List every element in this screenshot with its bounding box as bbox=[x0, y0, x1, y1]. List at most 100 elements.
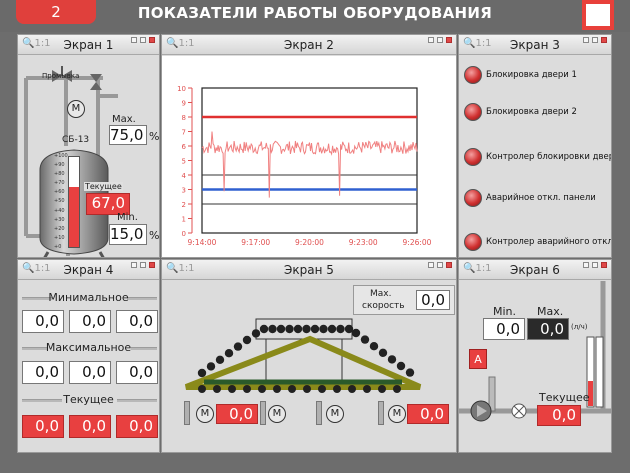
maximize-icon[interactable] bbox=[140, 262, 146, 268]
close-icon[interactable] bbox=[601, 262, 607, 268]
min-flow-value[interactable]: 0,0 bbox=[483, 318, 525, 340]
close-icon[interactable] bbox=[149, 37, 155, 43]
roller bbox=[348, 385, 356, 393]
roller bbox=[393, 385, 401, 393]
motor-icon: M bbox=[196, 405, 214, 423]
motor-value-1: 0,0 bbox=[216, 404, 258, 424]
y-tick-label: 2 bbox=[182, 201, 186, 209]
roller bbox=[351, 328, 361, 338]
motor-icon: M bbox=[326, 405, 344, 423]
y-tick-label: 8 bbox=[182, 114, 186, 122]
close-icon[interactable] bbox=[601, 37, 607, 43]
panel-title: Экран 1 bbox=[63, 38, 114, 52]
y-tick-label: 0 bbox=[182, 230, 186, 238]
minimize-icon[interactable] bbox=[428, 37, 434, 43]
y-tick-label: 4 bbox=[182, 172, 187, 180]
panel-screen-5: 🔍1:1 Экран 5 Max. скорость 0,0 M 0,0 M M… bbox=[161, 259, 457, 453]
max-label: Max. bbox=[112, 114, 136, 125]
y-tick-label: 3 bbox=[182, 187, 186, 195]
minimize-icon[interactable] bbox=[131, 37, 137, 43]
roller bbox=[378, 348, 388, 357]
motor-icon: M bbox=[268, 405, 286, 423]
roller bbox=[228, 385, 236, 393]
stop-button[interactable] bbox=[582, 0, 614, 30]
current-value-3: 0,0 bbox=[116, 415, 158, 438]
min-value-3[interactable]: 0,0 bbox=[116, 310, 158, 333]
roller bbox=[363, 385, 371, 393]
maximize-icon[interactable] bbox=[592, 37, 598, 43]
min-value-1[interactable]: 0,0 bbox=[22, 310, 64, 333]
panel-header: 🔍1:1 Экран 4 bbox=[18, 260, 159, 280]
panel-title: Экран 4 bbox=[63, 263, 114, 277]
roller bbox=[259, 324, 269, 334]
roller bbox=[319, 324, 328, 334]
min-label: Min. bbox=[493, 305, 517, 318]
maximize-icon[interactable] bbox=[437, 262, 443, 268]
x-tick-label: 9:17:00 bbox=[241, 238, 270, 247]
minimize-icon[interactable] bbox=[131, 262, 137, 268]
roller bbox=[360, 335, 370, 344]
max-value-1[interactable]: 0,0 bbox=[22, 361, 64, 384]
roller bbox=[285, 324, 294, 334]
screen-number-badge[interactable]: 2 bbox=[16, 0, 96, 24]
roller bbox=[396, 361, 406, 371]
max-flow-value[interactable]: 0,0 bbox=[527, 318, 569, 340]
min-value[interactable]: 15,0 bbox=[109, 224, 147, 245]
minimize-icon[interactable] bbox=[428, 262, 434, 268]
panel-title: Экран 5 bbox=[284, 263, 334, 277]
roller bbox=[258, 385, 266, 393]
scale-ticks: +100 +90 +80 +70 +60 +50 +40 +30 +20 +10 +0 bbox=[54, 153, 68, 250]
max-value[interactable]: 75,0 bbox=[109, 125, 147, 145]
max-value-3[interactable]: 0,0 bbox=[116, 361, 158, 384]
roller bbox=[206, 362, 216, 371]
max-section-label: Максимальное bbox=[45, 341, 132, 354]
status-led-door-lock-2 bbox=[464, 103, 482, 121]
close-icon[interactable] bbox=[446, 37, 452, 43]
roller bbox=[310, 324, 320, 334]
plot-frame bbox=[201, 87, 418, 234]
minimize-icon[interactable] bbox=[583, 37, 589, 43]
roller bbox=[387, 355, 397, 364]
status-label: Контролер аварийного откл. bbox=[486, 237, 612, 247]
roller bbox=[333, 385, 341, 393]
current-section-label: Текущее bbox=[63, 393, 114, 406]
panel-screen-2: 🔍1:1 Экран 2 10 9 8 7 6 5 4 3 2 1 0 9:14:00 9:17:00 9… bbox=[161, 34, 457, 258]
roller bbox=[378, 385, 386, 393]
status-label: Блокировка двери 2 bbox=[486, 107, 577, 117]
min-unit: % bbox=[149, 229, 160, 242]
tank-label: СБ-13 bbox=[62, 135, 90, 145]
maximize-icon[interactable] bbox=[140, 37, 146, 43]
roller bbox=[233, 342, 243, 351]
roller bbox=[293, 324, 303, 334]
x-tick-label: 9:23:00 bbox=[349, 238, 378, 247]
flush-label: Промывка bbox=[42, 72, 80, 80]
roller bbox=[197, 368, 207, 378]
maximize-icon[interactable] bbox=[592, 262, 598, 268]
x-tick-label: 9:20:00 bbox=[295, 238, 324, 247]
panel-screen-4: 🔍1:1 Экран 4 Минимальное 0,0 0,0 0,0 Мак… bbox=[17, 259, 160, 453]
status-label: Контролер блокировки двери bbox=[486, 152, 612, 162]
status-label: Аварийное откл. панели bbox=[486, 193, 596, 203]
minimize-icon[interactable] bbox=[583, 262, 589, 268]
panel-header: 🔍1:1 Экран 3 bbox=[459, 35, 611, 55]
panel-screen-6: 🔍1:1 Экран 6 Min. Max. 0,0 0,0 (л/ч) A Т… bbox=[458, 259, 612, 453]
current-flow-value: 0,0 bbox=[537, 405, 581, 426]
roller bbox=[336, 324, 345, 334]
top-bar: 2 ПОКАЗАТЕЛИ РАБОТЫ ОБОРУДОВАНИЯ bbox=[0, 0, 630, 32]
conveyor-diagram bbox=[184, 318, 422, 393]
status-led-door-lock-1 bbox=[464, 66, 482, 84]
tank-scale: +100 +90 +80 +70 +60 +50 +40 +30 +20 +10 +0 bbox=[54, 152, 68, 252]
roller bbox=[318, 385, 326, 393]
roller bbox=[273, 385, 281, 393]
close-icon[interactable] bbox=[446, 262, 452, 268]
roller bbox=[303, 385, 311, 393]
min-value-2[interactable]: 0,0 bbox=[69, 310, 111, 333]
roller bbox=[302, 324, 311, 334]
alarm-button[interactable]: A bbox=[469, 349, 487, 369]
max-value-2[interactable]: 0,0 bbox=[69, 361, 111, 384]
maximize-icon[interactable] bbox=[437, 37, 443, 43]
roller bbox=[288, 385, 296, 393]
x-tick-label: 9:14:00 bbox=[188, 238, 217, 247]
panel-header: 🔍1:1 Экран 1 bbox=[18, 35, 159, 55]
close-icon[interactable] bbox=[149, 262, 155, 268]
